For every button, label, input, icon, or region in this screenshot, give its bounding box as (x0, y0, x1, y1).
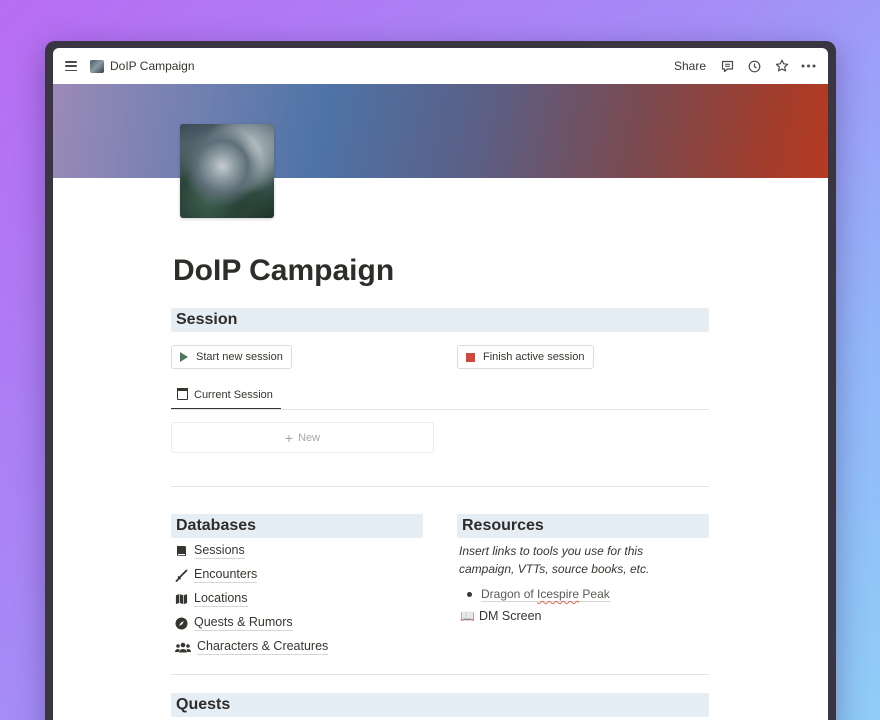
swords-icon (175, 569, 188, 582)
cover-image[interactable] (53, 84, 828, 178)
bullet-dot (467, 592, 472, 597)
dm-screen-link[interactable]: 📖 DM Screen (460, 609, 541, 623)
database-link-label: Characters & Creatures (197, 639, 329, 655)
history-clock-icon[interactable] (747, 59, 762, 74)
page-title[interactable]: DoIP Campaign (173, 254, 394, 288)
section-divider (171, 486, 709, 487)
new-item-button[interactable]: + New (171, 422, 434, 453)
tab-divider (171, 409, 709, 410)
start-new-session-button[interactable]: Start new session (171, 345, 292, 369)
favorite-star-icon[interactable] (774, 59, 789, 74)
database-link-label: Locations (194, 591, 248, 607)
comment-icon[interactable] (720, 59, 735, 74)
play-icon (180, 352, 188, 362)
page-icon-dragon-image[interactable] (180, 124, 274, 218)
resource-link-dragon-of-icespire-peak[interactable]: Dragon of Icespire Peak (467, 587, 610, 602)
new-item-label: New (298, 431, 321, 444)
session-heading[interactable]: Session (171, 308, 709, 332)
share-button[interactable]: Share (674, 59, 706, 73)
section-divider (171, 674, 709, 675)
compass-icon (175, 617, 188, 630)
topbar-actions: Share (674, 59, 816, 74)
quests-heading[interactable]: Quests (171, 693, 709, 717)
start-new-session-label: Start new session (196, 351, 283, 363)
spellcheck-underline: Icespire (537, 587, 580, 601)
page-thumbnail-icon (90, 59, 104, 73)
dm-screen-label: DM Screen (478, 609, 542, 623)
tab-current-session[interactable]: Current Session (171, 382, 281, 410)
finish-active-session-button[interactable]: Finish active session (457, 345, 594, 369)
top-bar: DoIP Campaign Share (53, 48, 828, 84)
breadcrumb[interactable]: DoIP Campaign (110, 59, 195, 73)
resources-description[interactable]: Insert links to tools you use for this c… (459, 542, 699, 578)
database-link-quests-rumors[interactable]: Quests & Rumors (175, 615, 293, 631)
open-book-icon: 📖 (460, 609, 475, 623)
more-options-icon[interactable] (801, 59, 816, 74)
book-icon (175, 545, 188, 558)
map-icon (175, 593, 188, 606)
sidebar-menu-icon[interactable] (65, 61, 77, 71)
calendar-icon (177, 388, 188, 400)
tab-current-session-label: Current Session (194, 389, 273, 401)
resource-link-label: Dragon of Icespire Peak (481, 587, 610, 602)
databases-heading[interactable]: Databases (171, 514, 423, 538)
database-link-locations[interactable]: Locations (175, 591, 248, 607)
database-link-label: Quests & Rumors (194, 615, 293, 631)
stop-square-icon (466, 352, 475, 362)
database-link-label: Sessions (194, 543, 245, 559)
resources-heading[interactable]: Resources (457, 514, 709, 538)
people-icon (175, 641, 191, 654)
database-link-label: Encounters (194, 567, 258, 583)
database-link-encounters[interactable]: Encounters (175, 567, 258, 583)
plus-icon: + (284, 429, 294, 446)
database-link-sessions[interactable]: Sessions (175, 543, 245, 559)
finish-active-session-label: Finish active session (483, 351, 585, 363)
database-link-characters-creatures[interactable]: Characters & Creatures (175, 639, 329, 655)
app-window: DoIP Campaign Share DoIP Campaign Sessio… (53, 48, 828, 720)
